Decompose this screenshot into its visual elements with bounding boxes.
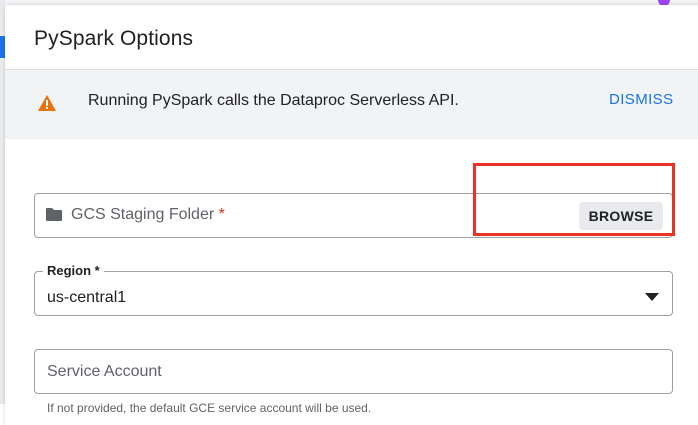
- required-marker: *: [218, 206, 225, 223]
- dismiss-button[interactable]: DISMISS: [609, 91, 673, 108]
- service-account-helper-text: If not provided, the default GCE service…: [47, 401, 372, 415]
- region-select[interactable]: Region * us-central1: [34, 263, 673, 316]
- annotation-highlight-box: [473, 163, 675, 236]
- gcs-staging-folder-label: GCS Staging Folder *: [71, 206, 225, 224]
- region-label: Region *: [43, 263, 104, 278]
- service-account-label: Service Account: [47, 363, 162, 380]
- warning-icon: [38, 95, 56, 111]
- dialog-title: PySpark Options: [34, 27, 194, 50]
- gcs-label-text: GCS Staging Folder: [71, 206, 215, 223]
- folder-icon: [46, 208, 62, 221]
- dropdown-arrow-icon[interactable]: [645, 293, 659, 301]
- region-value: us-central1: [47, 289, 127, 306]
- banner-message: Running PySpark calls the Dataproc Serve…: [88, 92, 459, 109]
- service-account-field[interactable]: Service Account: [34, 349, 673, 394]
